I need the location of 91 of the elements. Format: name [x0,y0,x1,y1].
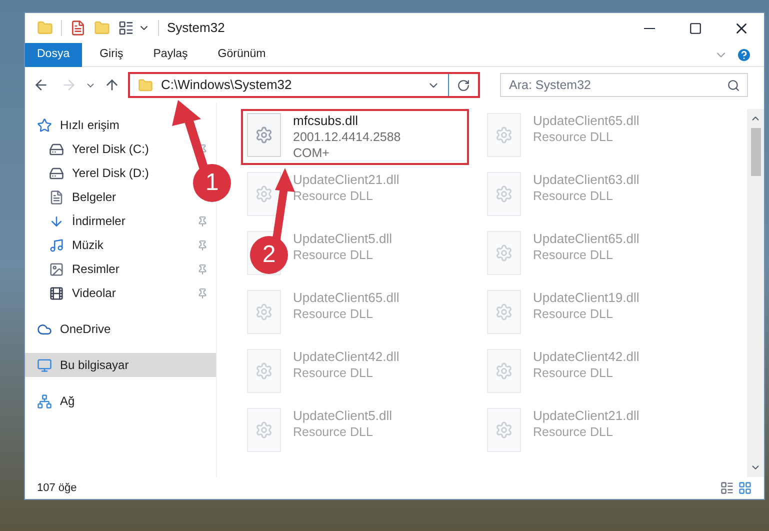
file-detail: Resource DLL [293,424,374,440]
tiles-view-icon[interactable] [738,481,752,495]
nav-item-label: Resimler [72,261,120,278]
nav-item-icon [37,394,52,408]
properties-icon[interactable] [70,20,86,36]
file-detail: Resource DLL [293,247,374,263]
file-name: UpdateClient65.dll [533,113,640,129]
nav-item-label: Ağ [60,393,75,410]
window-title: System32 [167,19,226,38]
file-name: UpdateClient42.dll [533,349,640,365]
nav-item[interactable]: Videolar [25,281,216,305]
gear-icon [255,303,273,321]
nav-item-label: Yerel Disk (C:) [72,141,150,158]
nav-item[interactable]: Yerel Disk (D:) [25,161,157,185]
gear-icon [495,244,513,262]
nav-item[interactable]: Yerel Disk (C:) [25,137,216,161]
file-name: UpdateClient21.dll [533,408,640,424]
nav-item[interactable]: OneDrive [25,317,119,341]
file-name: UpdateClient5.dll [293,231,392,247]
address-path: C:\Windows\System32 [161,76,293,94]
maximize-icon [688,22,702,34]
ribbon-tab[interactable]: Dosya [25,42,82,66]
nav-item-label: Belgeler [72,189,116,206]
nav-item-icon [49,142,64,156]
gear-icon [495,303,513,321]
nav-item[interactable]: Müzik [25,233,216,257]
search-field[interactable]: Ara: System32 [500,73,748,97]
file-detail: Resource DLL [533,129,614,145]
nav-item-label: Videolar [72,285,117,302]
nav-item[interactable]: Belgeler [25,185,124,209]
nav-item-icon [37,322,52,336]
ribbon-tab[interactable]: Paylaş [141,42,200,66]
file-detail: Resource DLL [293,365,374,381]
file-detail: Resource DLL [293,306,374,322]
nav-item-label: Müzik [72,237,104,254]
file-name: UpdateClient65.dll [533,231,640,247]
nav-item[interactable]: Ağ [25,389,83,413]
back-icon[interactable] [33,77,49,93]
view-icon[interactable] [118,20,134,36]
file-detail: Resource DLL [533,424,614,440]
search-icon [727,79,740,92]
file-name: UpdateClient5.dll [293,408,392,424]
gear-icon [495,185,513,203]
file-detail: Resource DLL [293,188,374,204]
nav-item-icon [49,214,64,228]
nav-item-label: Bu bilgisayar [60,357,130,374]
nav-item-label: OneDrive [60,321,111,338]
file-name: UpdateClient65.dll [293,290,400,306]
folder-icon [138,78,153,92]
help-icon[interactable] [736,46,752,62]
details-view-icon[interactable] [720,481,734,495]
up-icon[interactable] [104,77,120,93]
ribbon-tab[interactable]: Görünüm [206,42,278,66]
file-name: UpdateClient63.dll [533,172,640,188]
ribbon-tab[interactable]: Giriş [88,42,136,66]
file-detail: Resource DLL [533,306,614,322]
gear-icon [255,362,273,380]
file-name: mfcsubs.dll [293,113,360,129]
file-name: UpdateClient21.dll [293,172,400,188]
nav-item[interactable]: Hızlı erişim [25,113,128,137]
gear-icon [255,185,273,203]
file-name: UpdateClient19.dll [533,290,640,306]
file-detail: Resource DLL [533,247,614,263]
scrollbar-thumb[interactable] [750,128,760,176]
file-detail: COM+ [293,145,330,161]
nav-item-label: Yerel Disk (D:) [72,165,149,182]
file-detail: Resource DLL [533,365,614,381]
file-detail: 2001.12.4414.2588 [293,129,401,145]
file-detail: Resource DLL [533,188,614,204]
nav-item-icon [37,118,52,132]
refresh-icon[interactable] [457,78,470,92]
gear-icon [255,126,273,144]
nav-item[interactable]: Resimler [25,257,216,281]
nav-item-icon [49,190,64,204]
address-bar[interactable]: C:\Windows\System32 [128,72,480,98]
gear-icon [495,421,513,439]
gear-icon [495,126,513,144]
gear-icon [255,421,273,439]
nav-item-icon [49,166,64,180]
nav-item-icon [49,286,64,300]
file-name: UpdateClient42.dll [293,349,400,365]
nav-item[interactable]: İndirmeler [25,209,216,233]
nav-item[interactable]: Bu bilgisayar [25,353,216,377]
nav-item-icon [49,262,64,276]
nav-item-label: Hızlı erişim [60,117,120,134]
nav-item-icon [49,238,64,252]
nav-item-icon [37,358,52,372]
nav-item-label: İndirmeler [72,213,126,230]
gear-icon [495,362,513,380]
scrollbar[interactable] [747,109,764,477]
item-count: 107 öğe [37,480,78,496]
